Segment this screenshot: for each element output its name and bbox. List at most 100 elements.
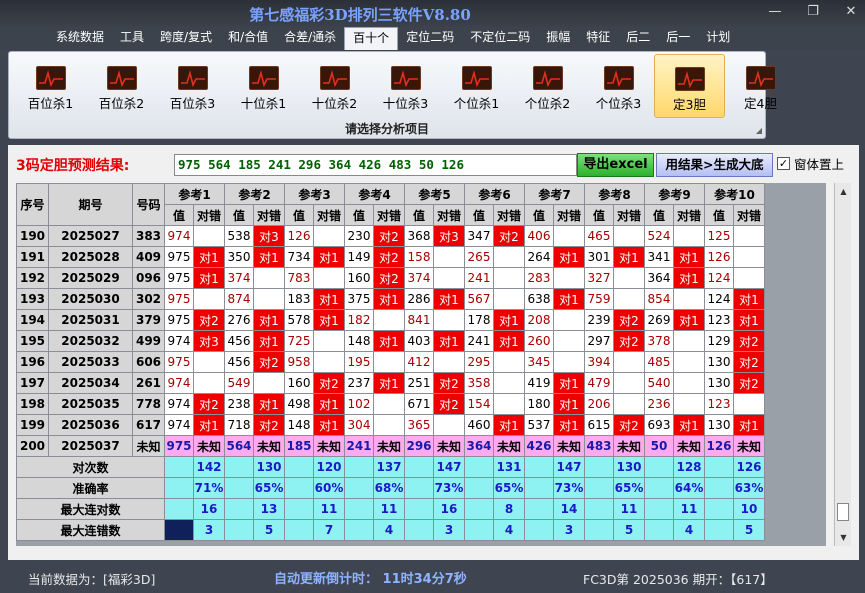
window-controls: — ❐ ✕ [767, 4, 859, 20]
ref-result-cell [193, 351, 225, 373]
scroll-down-icon[interactable]: ▼ [835, 529, 852, 546]
ref-result-cell: 对2 [613, 309, 645, 331]
ribbon-button-label: 个位杀1 [453, 96, 500, 111]
scroll-thumb[interactable] [837, 503, 849, 521]
ref-result-cell: 对3 [193, 330, 225, 352]
menu-item-12[interactable]: 计划 [698, 27, 738, 50]
minimize-icon[interactable]: — [767, 4, 783, 20]
row-seq: 194 [16, 309, 49, 331]
ref-value-cell: 102 [344, 393, 374, 415]
table-row[interactable]: 199 2025036 617 974 对1 718 对2 148 对1 304 365 460 对1 5… [16, 414, 765, 436]
row-issue: 2025029 [48, 267, 133, 289]
ribbon-button-0[interactable]: 百位杀1 [15, 54, 86, 118]
ref-header: 参考3 [284, 183, 345, 205]
ref-result-cell [313, 351, 345, 373]
prediction-result-field[interactable]: 975 564 185 241 296 364 426 483 50 126 [174, 154, 577, 176]
menu-item-8[interactable]: 振幅 [538, 27, 578, 50]
menu-item-6[interactable]: 定位二码 [398, 27, 462, 50]
ref-result-cell [493, 372, 525, 394]
stats-value-cell: 7 [313, 519, 345, 541]
ref-value-cell: 148 [344, 330, 374, 352]
menu-item-4[interactable]: 合差/通杀 [276, 27, 344, 50]
scroll-up-icon[interactable]: ▲ [835, 183, 852, 200]
ref-result-cell [373, 309, 405, 331]
ref-value-cell: 783 [284, 267, 314, 289]
stats-blank-cell [344, 498, 374, 520]
ribbon-buttons: 百位杀1 百位杀2 百位杀3 十位杀1 十位杀2 十位杀3 个位杀1 个位杀2 个位杀3 定3胆 定… [15, 54, 796, 118]
stats-value-cell: 8 [493, 498, 525, 520]
stats-blank-cell [164, 498, 194, 520]
pin-window-option[interactable]: ✓ 窗体置上 [777, 154, 844, 173]
ribbon-button-2[interactable]: 百位杀3 [157, 54, 228, 118]
ribbon-button-7[interactable]: 个位杀2 [512, 54, 583, 118]
ref-header: 参考9 [644, 183, 705, 205]
ref-result-cell [553, 267, 585, 289]
stats-blank-cell [464, 519, 494, 541]
stats-blank-cell [584, 456, 614, 478]
table-row[interactable]: 194 2025031 379 975 对2 276 对1 578 对1 182 841 178 对1 2… [16, 309, 765, 331]
ribbon-button-4[interactable]: 十位杀2 [299, 54, 370, 118]
ref-value-cell: 241 [464, 267, 494, 289]
ref-value-cell: 347 [464, 225, 494, 247]
menu-item-5[interactable]: 百十个 [344, 27, 399, 50]
menu-item-3[interactable]: 和/合值 [220, 27, 276, 50]
ribbon-button-10[interactable]: 定4胆 [725, 54, 796, 118]
ribbon-button-5[interactable]: 十位杀3 [370, 54, 441, 118]
ref-value-cell: 236 [644, 393, 674, 415]
ref-value-cell: 725 [284, 330, 314, 352]
ref-result-cell: 对1 [313, 288, 345, 310]
predict-unknown-cell: 未知 [493, 435, 525, 457]
ribbon-button-3[interactable]: 十位杀1 [228, 54, 299, 118]
restore-icon[interactable]: ❐ [805, 4, 821, 20]
generate-base-button[interactable]: 用结果>生成大底 [656, 153, 773, 177]
table-row[interactable]: 197 2025034 261 974 549 160 对2 237 对1 251 对2 358 419… [16, 372, 765, 394]
menu-item-10[interactable]: 后二 [618, 27, 658, 50]
ref-result-cell: 对2 [373, 225, 405, 247]
stats-blank-cell [704, 456, 734, 478]
ref-value-cell: 178 [464, 309, 494, 331]
row-seq: 191 [16, 246, 49, 268]
trend-chart-icon [745, 66, 776, 90]
export-excel-button[interactable]: 导出excel [577, 153, 654, 177]
ref-result-cell [673, 393, 705, 415]
ref-value-cell: 286 [404, 288, 434, 310]
row-seq: 193 [16, 288, 49, 310]
row-issue: 2025034 [48, 372, 133, 394]
table-row[interactable]: 193 2025030 302 975 874 183 对1 375 对1 286 对1 567 638… [16, 288, 765, 310]
table-row[interactable]: 196 2025033 606 975 456 对2 958 195 412 295 345 394 4… [16, 351, 765, 373]
prediction-row[interactable]: 200 2025037 未知 975 未知 564 未知 185 未知 241 未知 296 未知 364… [16, 435, 765, 457]
ref-result-cell: 对2 [613, 414, 645, 436]
vertical-scrollbar[interactable]: ▲ ▼ [834, 183, 851, 546]
stats-value-cell: 137 [373, 456, 405, 478]
pin-window-checkbox[interactable]: ✓ [777, 157, 790, 170]
ref-result-cell [433, 309, 465, 331]
ribbon-expand-icon[interactable]: ◢ [756, 126, 762, 135]
menu-item-2[interactable]: 跨度/复式 [152, 27, 220, 50]
result-subheader: 对错 [433, 204, 465, 226]
ref-value-cell: 974 [164, 393, 194, 415]
menu-item-0[interactable]: 系统数据 [48, 27, 112, 50]
table-row[interactable]: 192 2025029 096 975 对1 374 783 160 对2 374 241 283 32… [16, 267, 765, 289]
ribbon-button-label: 百位杀1 [27, 96, 74, 111]
menu-item-1[interactable]: 工具 [112, 27, 152, 50]
ribbon-button-1[interactable]: 百位杀2 [86, 54, 157, 118]
menu-item-7[interactable]: 不定位二码 [462, 27, 538, 50]
ribbon-button-6[interactable]: 个位杀1 [441, 54, 512, 118]
ref-value-cell: 375 [344, 288, 374, 310]
ribbon-button-8[interactable]: 个位杀3 [583, 54, 654, 118]
table-row[interactable]: 190 2025027 383 974 538 对3 126 230 对2 368 对3 347 对2 4… [16, 225, 765, 247]
stats-value-cell: 11 [313, 498, 345, 520]
ref-value-cell: 549 [224, 372, 254, 394]
close-icon[interactable]: ✕ [843, 4, 859, 20]
menu-item-9[interactable]: 特征 [578, 27, 618, 50]
ref-value-cell: 615 [584, 414, 614, 436]
ref-result-cell: 对2 [373, 246, 405, 268]
stats-value-cell: 60% [313, 477, 345, 499]
ribbon-button-9[interactable]: 定3胆 [654, 54, 725, 118]
table-row[interactable]: 191 2025028 409 975 对1 350 对1 734 对1 149 对2 158 265 2… [16, 246, 765, 268]
table-row[interactable]: 195 2025032 499 974 对3 456 对1 725 148 对1 403 对1 241 对… [16, 330, 765, 352]
table-row[interactable]: 198 2025035 778 974 对2 238 对1 498 对1 102 671 对2 154 1… [16, 393, 765, 415]
row-issue: 2025035 [48, 393, 133, 415]
ref-value-cell: 208 [524, 309, 554, 331]
menu-item-11[interactable]: 后一 [658, 27, 698, 50]
